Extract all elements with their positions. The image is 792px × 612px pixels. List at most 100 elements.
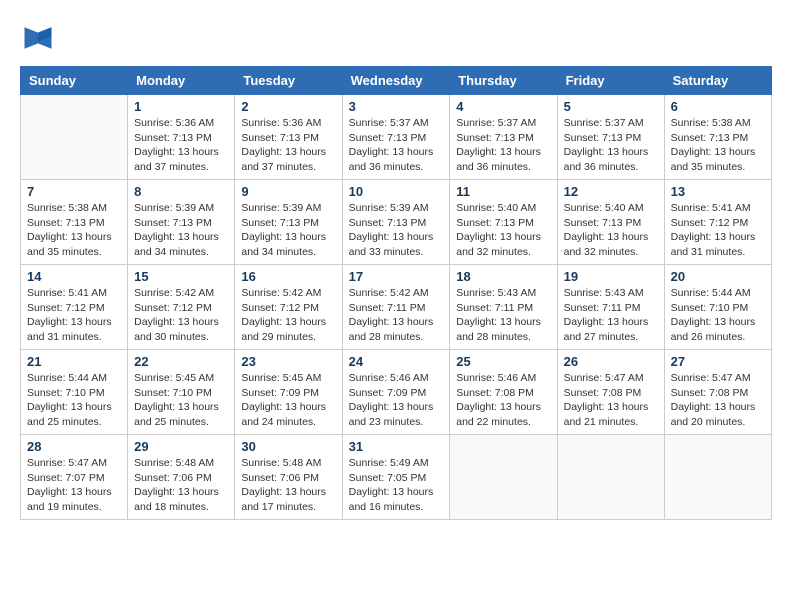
day-number: 22: [134, 354, 228, 369]
calendar-cell: 20 Sunrise: 5:44 AM Sunset: 7:10 PM Dayli…: [664, 265, 771, 350]
calendar-cell: 6 Sunrise: 5:38 AM Sunset: 7:13 PM Daylig…: [664, 95, 771, 180]
day-number: 17: [349, 269, 444, 284]
calendar-cell: 29 Sunrise: 5:48 AM Sunset: 7:06 PM Dayli…: [128, 435, 235, 520]
day-info: Sunrise: 5:39 AM Sunset: 7:13 PM Dayligh…: [349, 201, 444, 260]
calendar-cell: 12 Sunrise: 5:40 AM Sunset: 7:13 PM Dayli…: [557, 180, 664, 265]
calendar-cell: 1 Sunrise: 5:36 AM Sunset: 7:13 PM Daylig…: [128, 95, 235, 180]
weekday-monday: Monday: [128, 67, 235, 95]
day-info: Sunrise: 5:38 AM Sunset: 7:13 PM Dayligh…: [27, 201, 121, 260]
day-info: Sunrise: 5:36 AM Sunset: 7:13 PM Dayligh…: [241, 116, 335, 175]
calendar-cell: 7 Sunrise: 5:38 AM Sunset: 7:13 PM Daylig…: [21, 180, 128, 265]
weekday-saturday: Saturday: [664, 67, 771, 95]
day-number: 23: [241, 354, 335, 369]
day-info: Sunrise: 5:36 AM Sunset: 7:13 PM Dayligh…: [134, 116, 228, 175]
calendar-cell: 13 Sunrise: 5:41 AM Sunset: 7:12 PM Dayli…: [664, 180, 771, 265]
calendar-cell: 31 Sunrise: 5:49 AM Sunset: 7:05 PM Dayli…: [342, 435, 450, 520]
header: [20, 20, 772, 56]
day-number: 30: [241, 439, 335, 454]
day-info: Sunrise: 5:48 AM Sunset: 7:06 PM Dayligh…: [134, 456, 228, 515]
calendar-table: SundayMondayTuesdayWednesdayThursdayFrid…: [20, 66, 772, 520]
day-info: Sunrise: 5:37 AM Sunset: 7:13 PM Dayligh…: [456, 116, 550, 175]
calendar-cell: 17 Sunrise: 5:42 AM Sunset: 7:11 PM Dayli…: [342, 265, 450, 350]
calendar-cell: 18 Sunrise: 5:43 AM Sunset: 7:11 PM Dayli…: [450, 265, 557, 350]
day-number: 12: [564, 184, 658, 199]
day-number: 10: [349, 184, 444, 199]
day-number: 18: [456, 269, 550, 284]
day-info: Sunrise: 5:38 AM Sunset: 7:13 PM Dayligh…: [671, 116, 765, 175]
calendar-cell: 5 Sunrise: 5:37 AM Sunset: 7:13 PM Daylig…: [557, 95, 664, 180]
calendar-cell: 30 Sunrise: 5:48 AM Sunset: 7:06 PM Dayli…: [235, 435, 342, 520]
day-number: 3: [349, 99, 444, 114]
calendar-cell: [21, 95, 128, 180]
calendar-cell: 3 Sunrise: 5:37 AM Sunset: 7:13 PM Daylig…: [342, 95, 450, 180]
calendar-cell: 8Sunrise: 5:39 AM Sunset: 7:13 PM Daylig…: [128, 180, 235, 265]
calendar-cell: 14Sunrise: 5:41 AM Sunset: 7:12 PM Dayli…: [21, 265, 128, 350]
calendar-cell: 2 Sunrise: 5:36 AM Sunset: 7:13 PM Daylig…: [235, 95, 342, 180]
calendar-cell: 11 Sunrise: 5:40 AM Sunset: 7:13 PM Dayli…: [450, 180, 557, 265]
calendar-cell: 28 Sunrise: 5:47 AM Sunset: 7:07 PM Dayli…: [21, 435, 128, 520]
calendar-cell: 4 Sunrise: 5:37 AM Sunset: 7:13 PM Daylig…: [450, 95, 557, 180]
calendar-week-2: 14Sunrise: 5:41 AM Sunset: 7:12 PM Dayli…: [21, 265, 772, 350]
calendar-cell: [450, 435, 557, 520]
logo-icon: [20, 20, 56, 56]
calendar-week-3: 21 Sunrise: 5:44 AM Sunset: 7:10 PM Dayli…: [21, 350, 772, 435]
day-number: 26: [564, 354, 658, 369]
day-info: Sunrise: 5:40 AM Sunset: 7:13 PM Dayligh…: [564, 201, 658, 260]
calendar-cell: 23 Sunrise: 5:45 AM Sunset: 7:09 PM Dayli…: [235, 350, 342, 435]
calendar-cell: [557, 435, 664, 520]
day-number: 29: [134, 439, 228, 454]
day-number: 7: [27, 184, 121, 199]
day-info: Sunrise: 5:46 AM Sunset: 7:09 PM Dayligh…: [349, 371, 444, 430]
day-info: Sunrise: 5:37 AM Sunset: 7:13 PM Dayligh…: [564, 116, 658, 175]
logo: [20, 20, 60, 56]
weekday-sunday: Sunday: [21, 67, 128, 95]
calendar-cell: 27 Sunrise: 5:47 AM Sunset: 7:08 PM Dayli…: [664, 350, 771, 435]
day-info: Sunrise: 5:44 AM Sunset: 7:10 PM Dayligh…: [27, 371, 121, 430]
weekday-thursday: Thursday: [450, 67, 557, 95]
day-number: 28: [27, 439, 121, 454]
calendar-cell: 10 Sunrise: 5:39 AM Sunset: 7:13 PM Dayli…: [342, 180, 450, 265]
day-number: 2: [241, 99, 335, 114]
day-number: 31: [349, 439, 444, 454]
weekday-friday: Friday: [557, 67, 664, 95]
weekday-wednesday: Wednesday: [342, 67, 450, 95]
day-number: 4: [456, 99, 550, 114]
day-info: Sunrise: 5:47 AM Sunset: 7:07 PM Dayligh…: [27, 456, 121, 515]
day-info: Sunrise: 5:45 AM Sunset: 7:09 PM Dayligh…: [241, 371, 335, 430]
day-info: Sunrise: 5:47 AM Sunset: 7:08 PM Dayligh…: [671, 371, 765, 430]
day-info: Sunrise: 5:43 AM Sunset: 7:11 PM Dayligh…: [456, 286, 550, 345]
weekday-tuesday: Tuesday: [235, 67, 342, 95]
calendar-cell: 19Sunrise: 5:43 AM Sunset: 7:11 PM Dayli…: [557, 265, 664, 350]
day-number: 21: [27, 354, 121, 369]
day-number: 15: [134, 269, 228, 284]
day-info: Sunrise: 5:47 AM Sunset: 7:08 PM Dayligh…: [564, 371, 658, 430]
day-number: 8: [134, 184, 228, 199]
day-number: 5: [564, 99, 658, 114]
day-number: 25: [456, 354, 550, 369]
day-info: Sunrise: 5:40 AM Sunset: 7:13 PM Dayligh…: [456, 201, 550, 260]
day-info: Sunrise: 5:44 AM Sunset: 7:10 PM Dayligh…: [671, 286, 765, 345]
day-number: 9: [241, 184, 335, 199]
page-container: SundayMondayTuesdayWednesdayThursdayFrid…: [20, 20, 772, 520]
day-info: Sunrise: 5:39 AM Sunset: 7:13 PM Dayligh…: [241, 201, 335, 260]
day-number: 11: [456, 184, 550, 199]
day-number: 13: [671, 184, 765, 199]
day-number: 27: [671, 354, 765, 369]
calendar-cell: 16Sunrise: 5:42 AM Sunset: 7:12 PM Dayli…: [235, 265, 342, 350]
day-info: Sunrise: 5:49 AM Sunset: 7:05 PM Dayligh…: [349, 456, 444, 515]
day-number: 16: [241, 269, 335, 284]
day-info: Sunrise: 5:48 AM Sunset: 7:06 PM Dayligh…: [241, 456, 335, 515]
day-number: 6: [671, 99, 765, 114]
day-info: Sunrise: 5:41 AM Sunset: 7:12 PM Dayligh…: [671, 201, 765, 260]
day-info: Sunrise: 5:42 AM Sunset: 7:11 PM Dayligh…: [349, 286, 444, 345]
day-info: Sunrise: 5:42 AM Sunset: 7:12 PM Dayligh…: [134, 286, 228, 345]
day-info: Sunrise: 5:37 AM Sunset: 7:13 PM Dayligh…: [349, 116, 444, 175]
day-number: 1: [134, 99, 228, 114]
weekday-header-row: SundayMondayTuesdayWednesdayThursdayFrid…: [21, 67, 772, 95]
calendar-week-0: 1 Sunrise: 5:36 AM Sunset: 7:13 PM Daylig…: [21, 95, 772, 180]
calendar-week-1: 7 Sunrise: 5:38 AM Sunset: 7:13 PM Daylig…: [21, 180, 772, 265]
calendar-cell: 22Sunrise: 5:45 AM Sunset: 7:10 PM Dayli…: [128, 350, 235, 435]
day-info: Sunrise: 5:46 AM Sunset: 7:08 PM Dayligh…: [456, 371, 550, 430]
calendar-cell: 25 Sunrise: 5:46 AM Sunset: 7:08 PM Dayli…: [450, 350, 557, 435]
day-number: 20: [671, 269, 765, 284]
